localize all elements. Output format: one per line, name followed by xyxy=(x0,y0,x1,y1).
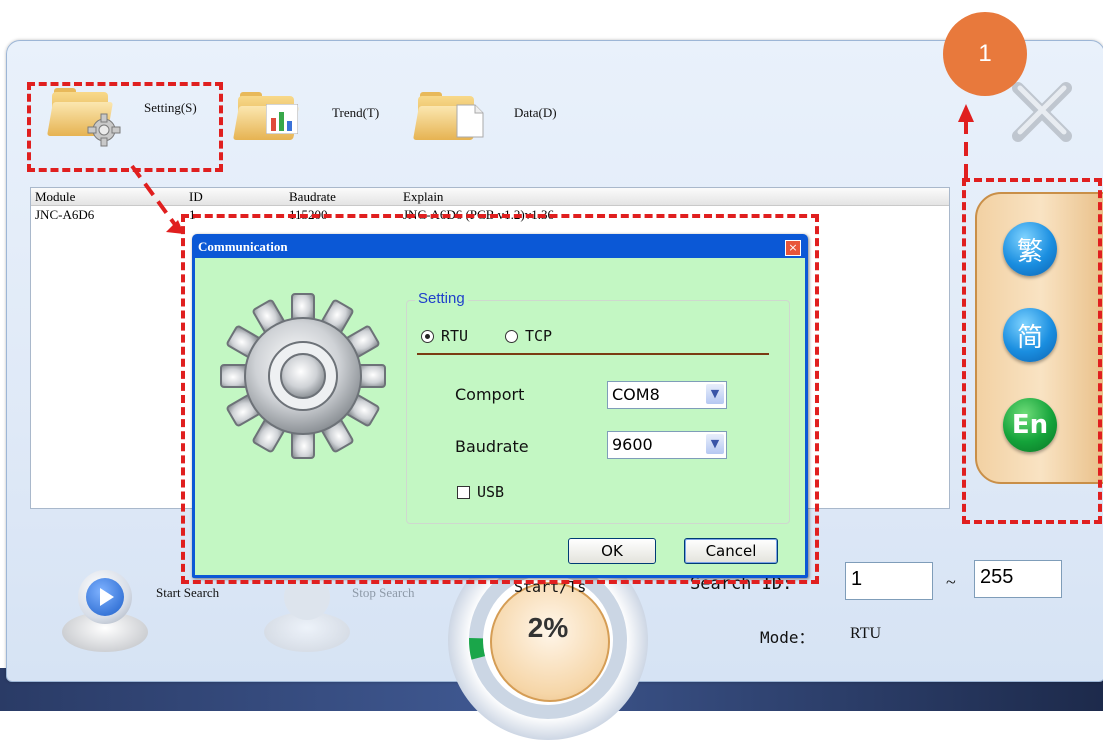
document-icon xyxy=(456,104,484,138)
annotation-language-box xyxy=(962,178,1102,524)
search-id-to-input[interactable]: 255 xyxy=(974,560,1062,598)
chart-icon xyxy=(266,104,298,134)
top-margin xyxy=(0,0,1103,40)
header-baudrate[interactable]: Baudrate xyxy=(289,189,336,205)
header-module[interactable]: Module xyxy=(35,189,75,205)
data-folder-icon xyxy=(413,90,484,140)
stop-search-label: Stop Search xyxy=(352,585,415,600)
play-icon xyxy=(86,578,124,616)
close-icon[interactable] xyxy=(1006,76,1078,148)
start-search-button[interactable] xyxy=(58,566,152,660)
annotation-badge: 1 xyxy=(943,12,1027,96)
range-separator: ~ xyxy=(946,572,956,592)
mode-value: RTU xyxy=(850,625,882,642)
cell-module: JNC-A6D6 xyxy=(35,207,95,222)
header-explain[interactable]: Explain xyxy=(403,189,443,205)
annotation-dialog-box xyxy=(181,214,819,584)
annotation-setting-box xyxy=(27,82,223,172)
trend-folder-icon xyxy=(233,90,299,140)
mode-label: Mode： xyxy=(760,628,815,647)
search-id-from-input[interactable]: 1 xyxy=(845,562,933,600)
data-toolbar-button[interactable]: Data(D) xyxy=(413,90,557,140)
header-id[interactable]: ID xyxy=(189,189,203,205)
trend-label: Trend(T) xyxy=(332,105,380,120)
progress-text: 2% xyxy=(527,612,569,643)
data-label: Data(D) xyxy=(514,105,557,120)
trend-toolbar-button[interactable]: Trend(T) xyxy=(233,90,380,140)
start-search-label: Start Search xyxy=(156,585,220,600)
list-header: Module ID Baudrate Explain xyxy=(31,188,949,206)
